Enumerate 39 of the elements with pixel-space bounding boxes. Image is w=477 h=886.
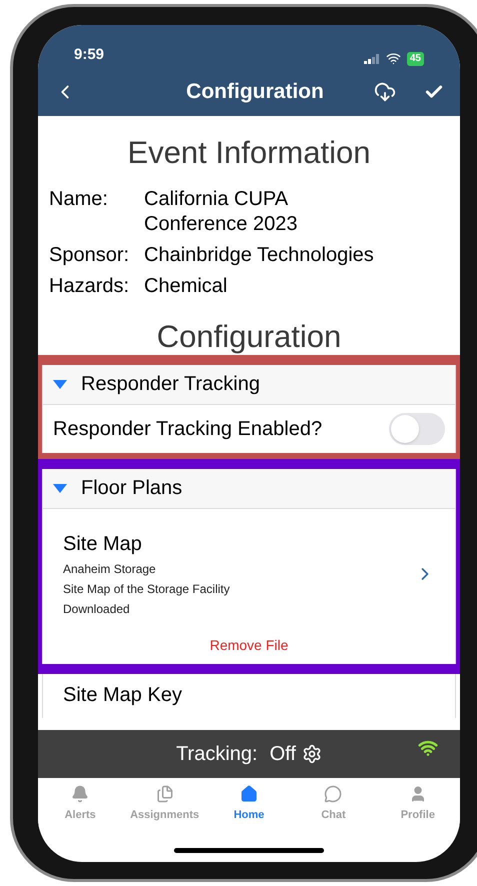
settings-icon[interactable]: [302, 744, 322, 764]
field-label: Sponsor:: [49, 242, 130, 268]
wifi-icon: [386, 51, 401, 66]
event-heading: Event Information: [128, 134, 370, 172]
field-label: Name:: [49, 186, 109, 212]
toggle-switch[interactable]: [389, 412, 445, 444]
configuration-heading: Configuration: [156, 318, 342, 354]
file-detail: Site Map of the Storage Facility: [63, 580, 230, 598]
file-detail: Downloaded: [63, 600, 131, 618]
tab-bar-item[interactable]: Home: [206, 778, 292, 830]
field-value: Chainbridge Technologies: [144, 242, 374, 268]
tab-bar-item[interactable]: Profile: [376, 778, 460, 830]
tab-bar-item[interactable]: Assignments: [122, 778, 207, 830]
toggle-label: Responder Tracking Enabled?: [53, 416, 322, 442]
field-value: Chemical: [144, 274, 228, 298]
battery-indicator: 45: [406, 52, 424, 66]
wifi-icon: [418, 738, 438, 758]
section-header[interactable]: Responder Tracking: [43, 364, 455, 404]
tracking-label: Tracking:: [176, 742, 258, 767]
nav-title: Configuration: [186, 79, 324, 106]
tab-bar-item[interactable]: Chat: [291, 778, 376, 830]
file-title: Site Map: [63, 532, 143, 556]
remove-file-link[interactable]: Remove File: [210, 634, 288, 656]
tracking-value: Off: [270, 742, 296, 767]
section-header[interactable]: Floor Plans: [43, 468, 455, 508]
tab-bar-item[interactable]: Alerts: [38, 778, 122, 830]
cloud-download-icon[interactable]: [374, 81, 396, 103]
status-time: 9:59: [74, 44, 104, 64]
documents-icon: [156, 784, 174, 803]
file-title: Site Map Key: [63, 682, 182, 708]
speech-bubble-icon: [324, 784, 342, 803]
field-value: California CUPA Conference 2023: [144, 186, 298, 236]
caret-down-icon: [53, 380, 67, 388]
bell-icon: [71, 784, 90, 803]
caret-down-icon: [53, 484, 67, 492]
field-label: Hazards:: [49, 274, 130, 298]
signal-icon: [364, 54, 380, 64]
file-detail: Anaheim Storage: [63, 560, 157, 578]
house-icon: [240, 784, 258, 803]
